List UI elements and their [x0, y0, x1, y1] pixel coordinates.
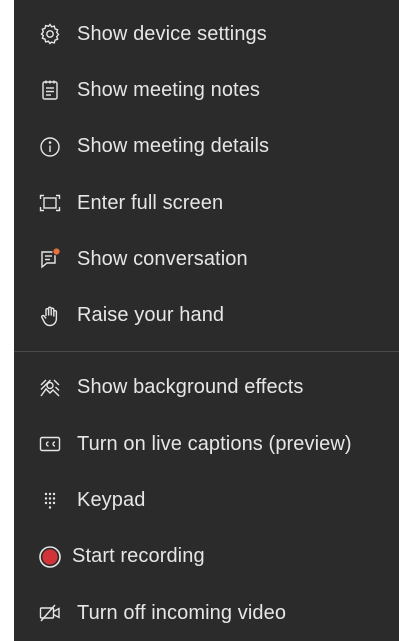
captions-icon	[36, 430, 64, 458]
menu-item-label: Enter full screen	[77, 191, 224, 214]
menu-item-label: Raise your hand	[77, 304, 225, 327]
notes-icon	[36, 76, 64, 104]
menu-item-label: Show meeting details	[77, 135, 270, 158]
menu-item-show-conversation[interactable]: Show conversation	[14, 231, 399, 287]
menu-item-label: Show device settings	[77, 22, 267, 45]
menu-item-label: Show conversation	[77, 247, 248, 270]
menu-item-live-captions[interactable]: Turn on live captions (preview)	[14, 416, 399, 472]
hand-icon	[36, 302, 64, 330]
background-effects-icon	[36, 374, 64, 402]
menu-item-label: Turn off incoming video	[77, 601, 287, 624]
menu-item-keypad[interactable]: Keypad	[14, 472, 399, 528]
menu-item-start-recording[interactable]: Start recording	[14, 529, 399, 585]
menu-item-meeting-details[interactable]: Show meeting details	[14, 119, 399, 175]
menu-item-label: Keypad	[77, 489, 146, 512]
menu-item-meeting-notes[interactable]: Show meeting notes	[14, 62, 399, 118]
menu-item-label: Show background effects	[77, 376, 304, 399]
menu-item-full-screen[interactable]: Enter full screen	[14, 175, 399, 231]
record-icon	[36, 543, 64, 571]
menu-item-label: Turn on live captions (preview)	[77, 432, 352, 455]
more-actions-menu: Show device settings Show meeting notes …	[14, 0, 399, 641]
menu-item-device-settings[interactable]: Show device settings	[14, 6, 399, 62]
video-off-icon	[36, 599, 64, 627]
menu-item-incoming-video-off[interactable]: Turn off incoming video	[14, 585, 399, 641]
menu-item-label: Show meeting notes	[77, 78, 261, 101]
fullscreen-icon	[36, 189, 64, 217]
menu-item-raise-hand[interactable]: Raise your hand	[14, 287, 399, 343]
gear-icon	[36, 20, 64, 48]
menu-item-background-effects[interactable]: Show background effects	[14, 360, 399, 416]
keypad-icon	[36, 487, 64, 515]
menu-divider	[14, 350, 399, 352]
info-icon	[36, 133, 64, 161]
menu-item-label: Start recording	[72, 545, 205, 568]
chat-icon	[36, 245, 64, 273]
